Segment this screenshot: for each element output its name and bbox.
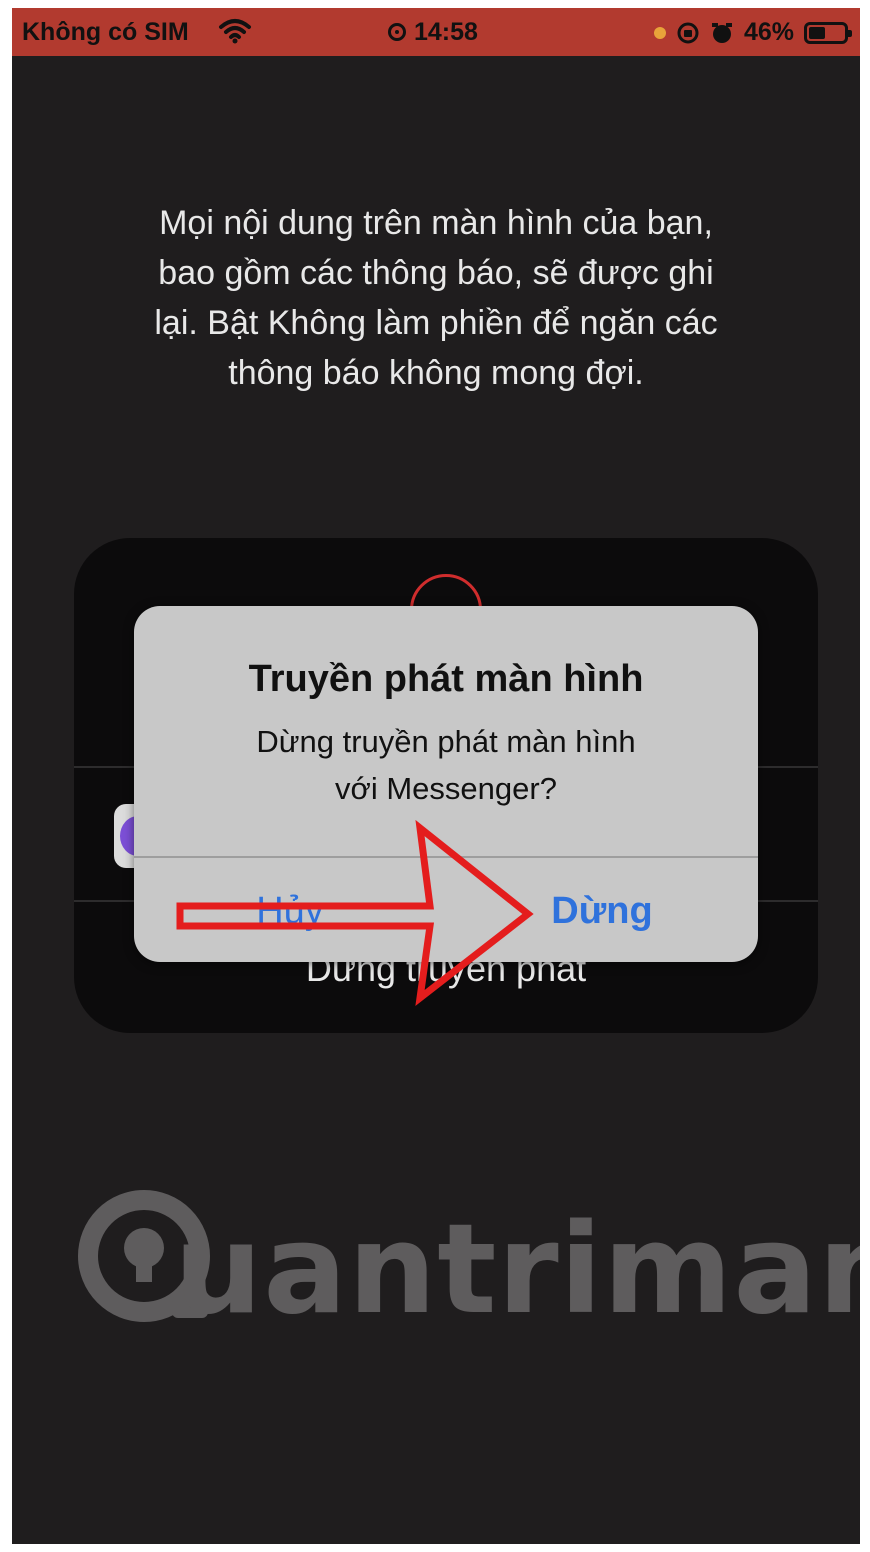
battery-fill: [809, 26, 825, 39]
status-bar: Không có SIM 14:58 46%: [12, 8, 860, 56]
watermark-text: uantrimang: [174, 1198, 860, 1342]
phone-screen: Không có SIM 14:58 46% Mọi nội dung trên…: [12, 8, 860, 1544]
cancel-button[interactable]: Hủy: [134, 860, 446, 962]
microphone-indicator-icon: [653, 26, 666, 39]
battery-icon: [804, 21, 852, 44]
recording-notice-text: Mọi nội dung trên màn hình của bạn, bao …: [154, 204, 718, 392]
stop-broadcast-alert: Truyền phát màn hình Dừng truyền phát mà…: [134, 606, 758, 962]
clock-time: 14:58: [414, 18, 478, 46]
alert-title: Truyền phát màn hình: [248, 658, 644, 700]
status-indicators: 46%: [653, 18, 852, 47]
watermark: uantrimang: [74, 1186, 860, 1342]
alert-message: Dừng truyền phát màn hình với Messenger?: [256, 724, 636, 806]
screen-recording-icon: [388, 23, 406, 41]
stop-button[interactable]: Dừng: [446, 860, 758, 962]
wifi-icon: [218, 18, 252, 51]
alert-divider: [134, 856, 758, 858]
alarm-icon: [711, 22, 732, 43]
carrier-label: Không có SIM: [22, 18, 189, 46]
battery-percent: 46%: [743, 18, 794, 46]
orientation-lock-icon: [677, 22, 699, 43]
time-group: 14:58: [388, 18, 478, 47]
